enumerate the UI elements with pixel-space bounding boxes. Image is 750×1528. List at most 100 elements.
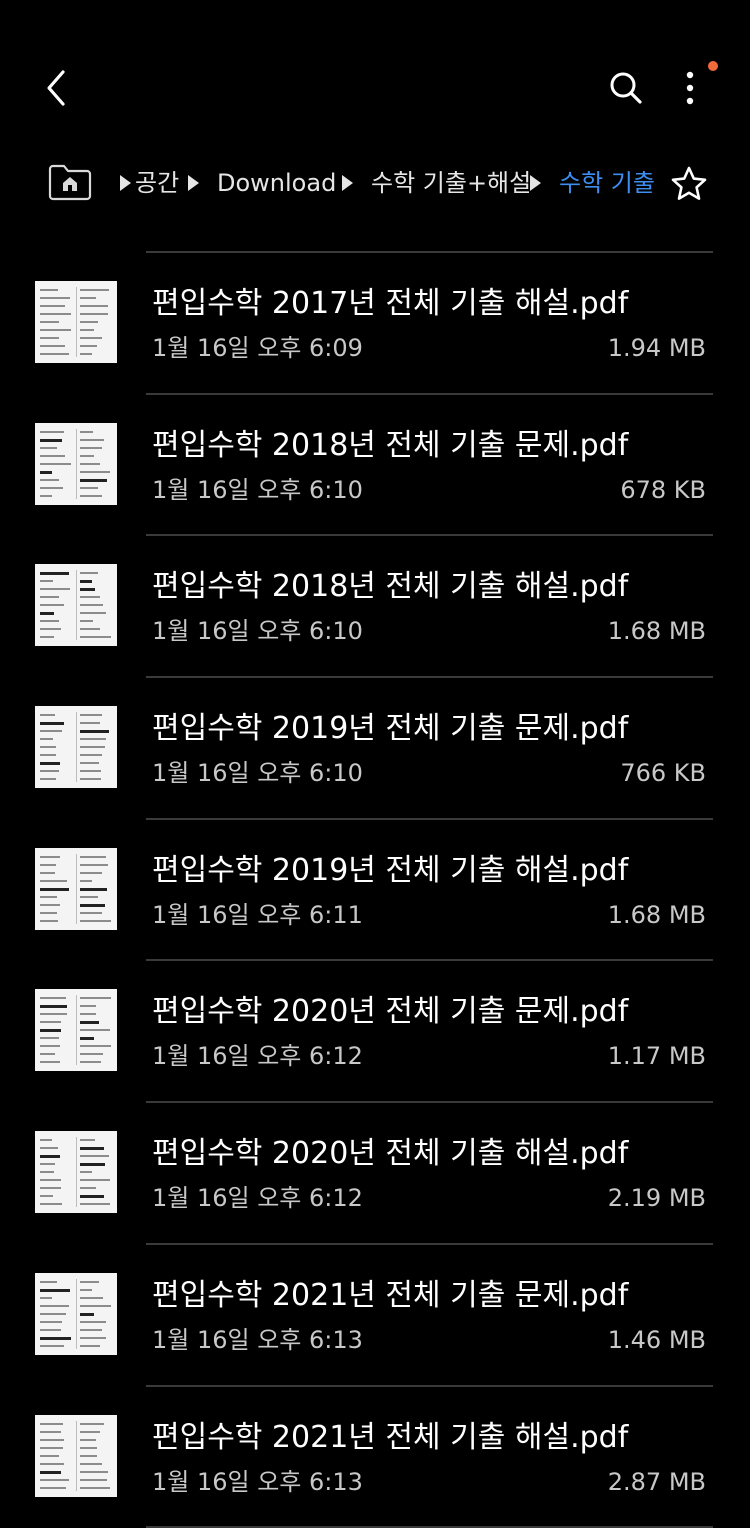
file-date: 1월 16일 오후 6:13	[152, 1325, 363, 1354]
thumbnail-text-line	[40, 628, 61, 631]
thumbnail-column-rule	[76, 1420, 77, 1491]
more-vertical-icon	[686, 71, 694, 105]
thumbnail-text-line	[80, 1029, 110, 1032]
breadcrumb-item-math-past-solutions[interactable]: 수학 기출+해설	[342, 168, 531, 198]
thumbnail-text-line	[80, 1155, 109, 1158]
thumbnail-text-line	[40, 1280, 57, 1283]
thumbnail-text-line	[80, 871, 102, 874]
breadcrumb-arrow-icon	[120, 175, 131, 191]
file-name: 편입수학 2019년 전체 기출 해설.pdf	[152, 852, 629, 888]
file-date: 1월 16일 오후 6:12	[152, 1184, 363, 1213]
thumbnail-text-line	[80, 714, 102, 717]
thumbnail-text-line	[40, 1462, 64, 1465]
thumbnail-text-line	[40, 289, 58, 291]
back-button[interactable]	[30, 62, 82, 114]
file-name: 편입수학 2019년 전체 기출 문제.pdf	[152, 711, 629, 747]
thumbnail-text-line	[40, 620, 59, 623]
pdf-thumbnail	[35, 564, 117, 647]
file-list-item[interactable]: 편입수학 2021년 전체 기출 문제.pdf 1월 16일 오후 6:13 1…	[0, 1245, 750, 1387]
thumbnail-text-line	[80, 329, 94, 331]
thumbnail-column-rule	[76, 428, 77, 499]
thumbnail-text-line	[80, 1163, 105, 1167]
pdf-thumbnail	[35, 422, 117, 505]
thumbnail-text-line	[40, 1320, 62, 1323]
thumbnail-text-line	[40, 1203, 62, 1206]
thumbnail-text-line	[80, 1195, 104, 1199]
thumbnail-text-line	[80, 1187, 96, 1190]
breadcrumb-label: 수학 기출+해설	[371, 169, 532, 197]
thumbnail-text-line	[80, 895, 98, 898]
thumbnail-column-rule	[76, 1278, 77, 1349]
thumbnail-text-line	[80, 1430, 100, 1433]
thumbnail-text-line	[80, 1013, 96, 1016]
home-button[interactable]	[46, 162, 94, 202]
thumbnail-text-line	[80, 762, 99, 765]
thumbnail-text-line	[80, 1037, 94, 1041]
file-size: 1.46 MB	[607, 1325, 706, 1354]
file-list-item[interactable]: 편입수학 2017년 전체 기출 해설.pdf 1월 16일 오후 6:09 1…	[0, 253, 750, 395]
thumbnail-text-line	[40, 1312, 66, 1315]
thumbnail-text-line	[40, 1478, 69, 1481]
thumbnail-text-line	[80, 1053, 103, 1056]
thumbnail-text-line	[40, 1045, 60, 1048]
file-list-item[interactable]: 편입수학 2019년 전체 기출 문제.pdf 1월 16일 오후 6:10 7…	[0, 678, 750, 820]
star-outline-icon	[671, 166, 707, 200]
thumbnail-text-line	[80, 1446, 97, 1449]
file-list-item[interactable]: 편입수학 2020년 전체 기출 문제.pdf 1월 16일 오후 6:12 1…	[0, 961, 750, 1104]
thumbnail-text-line	[80, 887, 107, 891]
thumbnail-text-line	[40, 738, 53, 741]
more-options-button[interactable]	[666, 62, 714, 114]
thumbnail-text-line	[80, 636, 111, 639]
top-app-bar	[0, 0, 750, 170]
thumbnail-text-line	[80, 879, 92, 882]
favorite-button[interactable]	[666, 162, 712, 206]
thumbnail-text-line	[80, 1179, 110, 1182]
pdf-thumbnail	[35, 281, 117, 363]
search-button[interactable]	[600, 62, 652, 114]
file-list-item[interactable]: 편입수학 2021년 전체 기출 해설.pdf 1월 16일 오후 6:13 2…	[0, 1387, 750, 1528]
thumbnail-text-line	[40, 612, 54, 616]
file-size: 766 KB	[620, 759, 706, 788]
pdf-thumbnail	[35, 1272, 117, 1355]
thumbnail-text-line	[40, 722, 64, 726]
file-list-item[interactable]: 편입수학 2020년 전체 기출 해설.pdf 1월 16일 오후 6:12 2…	[0, 1103, 750, 1245]
file-list-item[interactable]: 편입수학 2018년 전체 기출 문제.pdf 1월 16일 오후 6:10 6…	[0, 395, 750, 537]
thumbnail-text-line	[80, 778, 101, 781]
breadcrumb-item-math-past[interactable]: 수학 기출	[530, 168, 655, 198]
breadcrumb-item-storage[interactable]: 공간	[120, 168, 179, 198]
thumbnail-text-line	[80, 313, 108, 315]
thumbnail-text-line	[40, 1328, 61, 1331]
thumbnail-text-line	[80, 580, 92, 584]
thumbnail-text-line	[80, 345, 97, 347]
thumbnail-text-line	[40, 1029, 61, 1033]
thumbnail-text-line	[80, 1045, 111, 1048]
file-list-item[interactable]: 편입수학 2018년 전체 기출 해설.pdf 1월 16일 오후 6:10 1…	[0, 536, 750, 679]
thumbnail-text-line	[40, 879, 67, 882]
thumbnail-text-line	[40, 746, 56, 749]
thumbnail-text-line	[40, 1179, 61, 1182]
thumbnail-text-line	[80, 1344, 100, 1347]
breadcrumb-item-download[interactable]: Download	[188, 168, 336, 198]
thumbnail-text-line	[40, 572, 69, 576]
thumbnail-text-line	[40, 345, 65, 347]
thumbnail-text-line	[40, 1147, 58, 1150]
file-name: 편입수학 2020년 전체 기출 해설.pdf	[152, 1136, 629, 1172]
thumbnail-text-line	[40, 1163, 55, 1166]
thumbnail-text-line	[80, 305, 108, 307]
thumbnail-text-line	[40, 438, 62, 442]
thumbnail-text-line	[40, 1470, 61, 1474]
file-name: 편입수학 2018년 전체 기출 해설.pdf	[152, 569, 629, 605]
file-list-item[interactable]: 편입수학 2019년 전체 기출 해설.pdf 1월 16일 오후 6:11 1…	[0, 820, 750, 962]
thumbnail-text-line	[80, 289, 109, 291]
file-name: 편입수학 2017년 전체 기출 해설.pdf	[152, 286, 629, 321]
thumbnail-text-line	[40, 596, 59, 599]
thumbnail-text-line	[40, 353, 69, 355]
thumbnail-text-line	[40, 1296, 52, 1299]
thumbnail-text-line	[80, 1486, 110, 1489]
thumbnail-text-line	[80, 628, 100, 631]
thumbnail-text-line	[80, 1139, 95, 1142]
file-date: 1월 16일 오후 6:12	[152, 1042, 363, 1071]
thumbnail-text-line	[80, 738, 106, 741]
thumbnail-text-line	[80, 620, 93, 623]
thumbnail-text-line	[40, 1430, 61, 1433]
